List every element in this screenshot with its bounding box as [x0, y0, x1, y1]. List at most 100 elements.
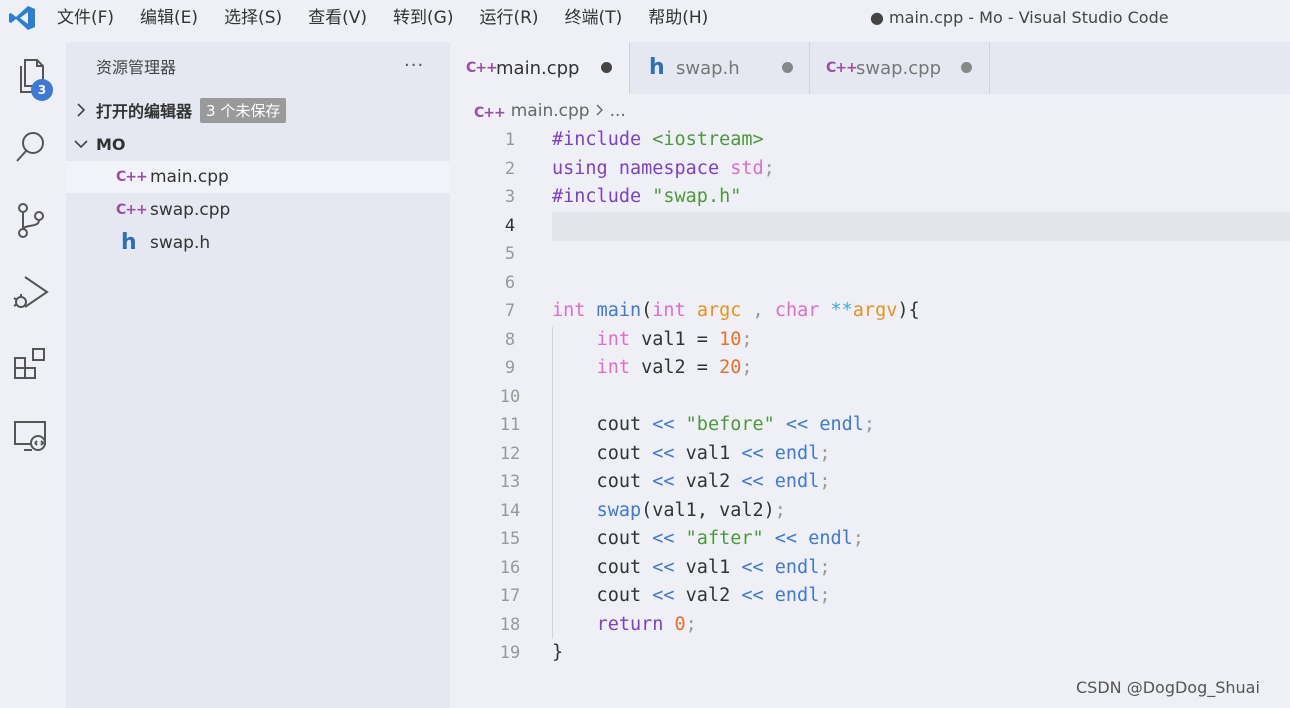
menu-run[interactable]: 运行(R)	[466, 0, 551, 36]
code-token: cout	[552, 528, 653, 549]
code-editor[interactable]: 1 #include <iostream> 2 using namespace std…	[450, 126, 1290, 708]
line-number: 10	[499, 386, 521, 407]
breadcrumb-file[interactable]: main.cpp	[511, 101, 590, 121]
line-number: 18	[499, 614, 521, 635]
menu-go[interactable]: 转到(G)	[380, 0, 466, 36]
code-line[interactable]: 12 cout << val1 << endl;	[450, 440, 1290, 469]
code-text: int main(int argc , char **argv){	[552, 297, 920, 326]
unsaved-dot-icon[interactable]	[782, 62, 793, 73]
explorer-badge: 3	[31, 79, 53, 101]
code-line[interactable]: 10	[450, 383, 1290, 412]
code-token: ;	[763, 157, 775, 179]
extensions-icon[interactable]	[9, 342, 53, 386]
code-line[interactable]: 9 int val2 = 20;	[450, 354, 1290, 383]
code-line[interactable]: 8 int val1 = 10;	[450, 326, 1290, 355]
line-number: 4	[504, 215, 516, 236]
code-line[interactable]: 4	[450, 212, 1290, 241]
code-token: int	[596, 328, 630, 350]
code-line[interactable]: 1 #include <iostream>	[450, 126, 1290, 155]
tab-swap-h[interactable]: h swap.h	[630, 42, 810, 94]
code-line[interactable]: 7 int main(int argc , char **argv){	[450, 297, 1290, 326]
code-line[interactable]: 14 swap(val1, val2);	[450, 497, 1290, 526]
code-token: <<	[741, 556, 764, 578]
code-token: ;	[819, 556, 831, 578]
code-text: cout << val2 << endl;	[552, 468, 831, 497]
code-line[interactable]: 16 cout << val1 << endl;	[450, 554, 1290, 583]
window-title: ● main.cpp - Mo - Visual Studio Code	[870, 8, 1169, 27]
open-editors-section[interactable]: 打开的编辑器 3 个未保存	[66, 94, 450, 126]
vscode-logo-icon[interactable]	[8, 5, 36, 31]
code-line[interactable]: 5	[450, 240, 1290, 269]
menu-view[interactable]: 查看(V)	[295, 0, 380, 36]
code-token: char	[774, 300, 820, 321]
run-debug-icon[interactable]	[9, 270, 53, 314]
code-token: <<	[652, 528, 675, 549]
file-item-main-cpp[interactable]: C++ main.cpp	[66, 161, 450, 193]
unsaved-dot-icon[interactable]	[601, 62, 612, 73]
code-text: swap(val1, val2);	[552, 497, 786, 526]
code-line[interactable]: 15 cout << "after" << endl;	[450, 525, 1290, 554]
unsaved-dot-icon[interactable]	[961, 62, 972, 73]
code-line[interactable]: 13 cout << val2 << endl;	[450, 468, 1290, 497]
code-text: int val2 = 20;	[552, 354, 753, 383]
code-token: ;	[819, 442, 831, 464]
sidebar-header: 资源管理器 ···	[66, 42, 450, 94]
folder-section[interactable]: MO	[66, 128, 450, 160]
tab-swap-cpp[interactable]: C++ swap.cpp	[810, 42, 990, 94]
code-token: ;	[852, 528, 864, 549]
code-line[interactable]: 3 #include "swap.h"	[450, 183, 1290, 212]
code-line[interactable]: 2 using namespace std;	[450, 155, 1290, 184]
code-token: cout	[552, 556, 653, 578]
code-text: int val1 = 10;	[552, 326, 753, 355]
line-number: 11	[499, 415, 521, 435]
code-line[interactable]: 17 cout << val2 << endl;	[450, 582, 1290, 611]
tab-label: swap.cpp	[856, 57, 942, 79]
code-token: std	[730, 157, 764, 179]
code-line[interactable]: 6	[450, 269, 1290, 298]
tab-main-cpp[interactable]: C++ main.cpp	[450, 42, 630, 94]
editor-tab-bar: C++ main.cpp h swap.h C++ swap.cpp	[450, 42, 1290, 94]
code-token: <iostream>	[652, 129, 764, 150]
code-line[interactable]: 11 cout << "before" << endl;	[450, 411, 1290, 440]
title-bar: 文件(F) 编辑(E) 选择(S) 查看(V) 转到(G) 运行(R) 终端(T…	[0, 0, 1290, 36]
breadcrumb-symbol[interactable]: ...	[610, 101, 626, 121]
code-token: <<	[652, 414, 675, 435]
menu-help[interactable]: 帮助(H)	[635, 0, 721, 36]
code-token: #include	[552, 129, 642, 150]
line-number: 7	[504, 301, 516, 321]
unsaved-count-badge: 3 个未保存	[200, 97, 287, 123]
menu-edit[interactable]: 编辑(E)	[127, 0, 211, 36]
remote-explorer-icon[interactable]	[9, 414, 53, 458]
code-text: return 0;	[552, 611, 697, 640]
menu-selection[interactable]: 选择(S)	[211, 0, 295, 36]
source-control-icon[interactable]	[9, 198, 53, 242]
code-token: return	[596, 613, 664, 635]
code-token: "after"	[685, 528, 764, 549]
cpp-file-icon: C++	[116, 169, 148, 185]
code-token: <<	[741, 585, 764, 606]
header-file-icon: h	[121, 230, 137, 255]
cpp-file-icon: C++	[474, 104, 506, 121]
code-token: endl	[808, 528, 853, 549]
code-line[interactable]: 19}	[450, 639, 1290, 668]
code-token: <<	[774, 528, 798, 549]
file-item-swap-h[interactable]: h swap.h	[66, 227, 450, 259]
more-actions-icon[interactable]: ···	[404, 42, 424, 90]
menu-file[interactable]: 文件(F)	[44, 0, 127, 36]
code-line[interactable]: 18 return 0;	[450, 611, 1290, 640]
file-item-swap-cpp[interactable]: C++ swap.cpp	[66, 194, 450, 226]
search-icon[interactable]	[9, 126, 53, 170]
file-name: swap.h	[150, 233, 211, 253]
line-number: 6	[504, 272, 516, 293]
menu-terminal[interactable]: 终端(T)	[552, 0, 636, 36]
